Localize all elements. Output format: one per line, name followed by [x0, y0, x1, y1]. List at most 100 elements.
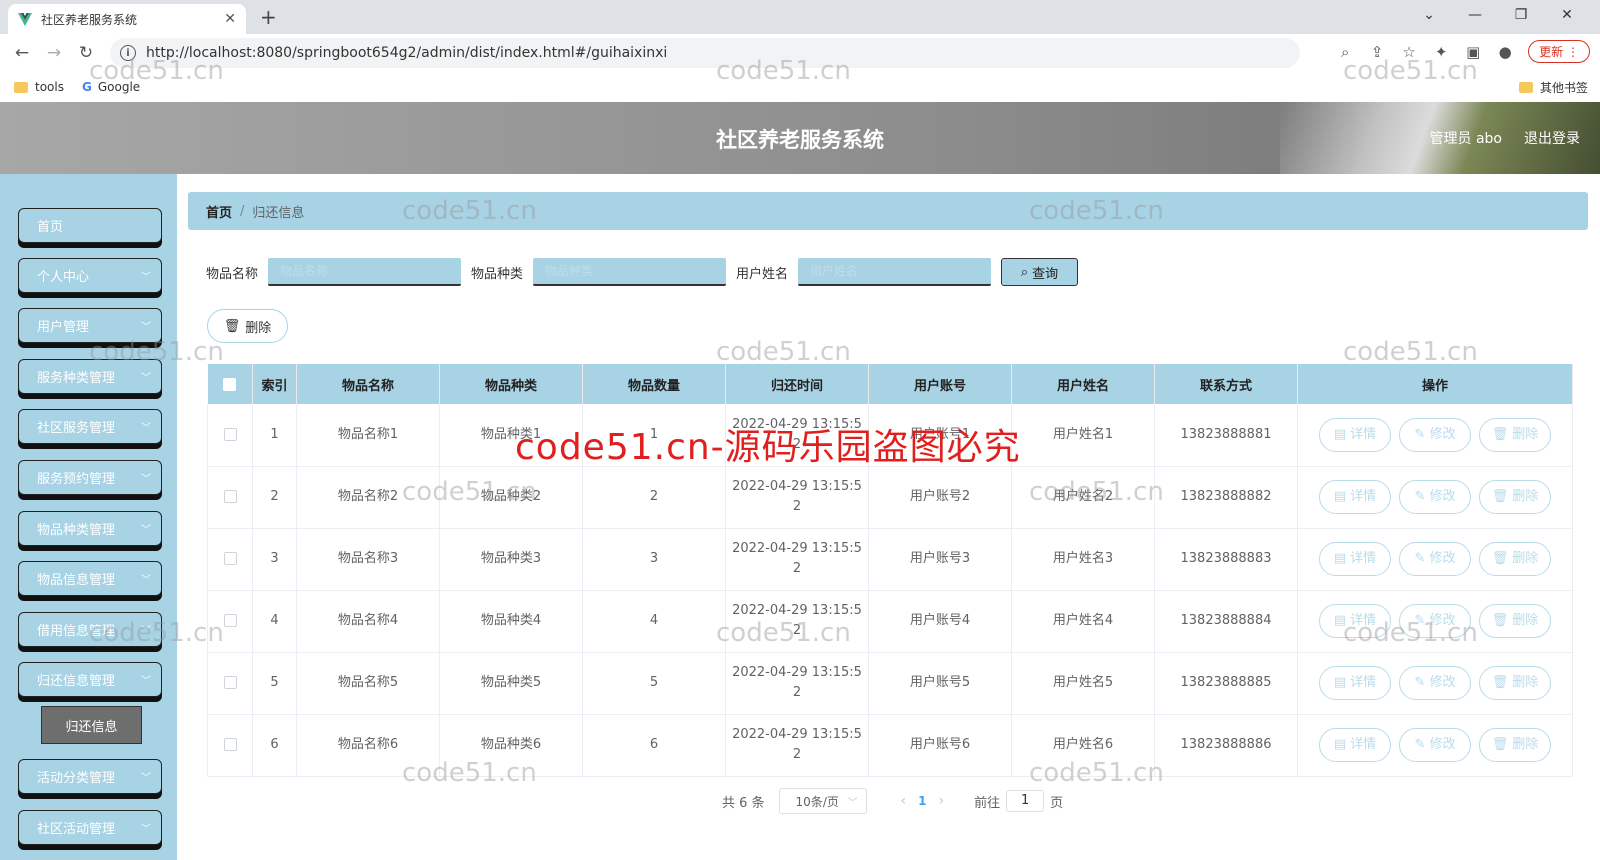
- share-icon[interactable]: ⇪: [1368, 43, 1386, 61]
- profile-icon[interactable]: ●: [1496, 43, 1514, 61]
- edit-button[interactable]: ✎ 修改: [1399, 666, 1471, 700]
- row-checkbox[interactable]: [223, 490, 237, 503]
- forward-icon[interactable]: →: [38, 43, 70, 63]
- sidebar-item-label: 借用信息管理: [37, 624, 116, 639]
- reload-icon[interactable]: ↻: [70, 43, 102, 63]
- sidebar-item-personal[interactable]: 个人中心 ﹀: [18, 258, 162, 293]
- goto-page-input[interactable]: 1: [1006, 790, 1045, 812]
- bulk-delete-button[interactable]: 🗑 删除: [207, 309, 288, 343]
- tab-close-icon[interactable]: ✕: [224, 11, 236, 27]
- column-header: 用户账号: [868, 364, 1012, 404]
- update-button[interactable]: 更新 ⋮: [1528, 40, 1590, 63]
- row-checkbox[interactable]: [223, 552, 237, 565]
- sidebar-item-label: 物品信息管理: [37, 573, 116, 588]
- tab-list-icon[interactable]: ⌄: [1406, 3, 1452, 27]
- delete-button[interactable]: 🗑 删除: [1479, 417, 1551, 452]
- row-select-cell[interactable]: [207, 590, 253, 653]
- sidebar-item-items[interactable]: 物品信息管理 ﹀: [18, 561, 162, 596]
- sidebar-item-activity-categories[interactable]: 活动分类管理 ﹀: [18, 759, 162, 794]
- row-checkbox[interactable]: [223, 614, 237, 627]
- star-icon[interactable]: ☆: [1400, 43, 1418, 61]
- detail-button[interactable]: ▤ 详情: [1319, 604, 1391, 638]
- sidepanel-icon[interactable]: ▣: [1464, 43, 1482, 61]
- delete-button[interactable]: 🗑 删除: [1479, 604, 1551, 638]
- address-input[interactable]: i http://localhost:8080/springboot654g2/…: [110, 38, 1300, 68]
- sidebar-item-activities[interactable]: 社区活动管理 ﹀: [18, 810, 162, 845]
- row-checkbox[interactable]: [223, 738, 237, 751]
- detail-button[interactable]: ▤ 详情: [1319, 666, 1391, 700]
- cell-phone: 13823888884: [1154, 590, 1298, 653]
- sidebar-item-community-service[interactable]: 社区服务管理 ﹀: [18, 409, 162, 444]
- row-select-cell[interactable]: [207, 466, 253, 529]
- close-window-icon[interactable]: ✕: [1544, 3, 1590, 27]
- action-label: 修改: [1429, 675, 1456, 690]
- new-tab-icon[interactable]: +: [260, 5, 277, 29]
- restore-icon[interactable]: ❐: [1498, 3, 1544, 27]
- extensions-icon[interactable]: ✦: [1432, 43, 1450, 61]
- sidebar-item-home[interactable]: 首页: [18, 208, 162, 243]
- row-checkbox[interactable]: [223, 676, 237, 689]
- sidebar-item-borrow[interactable]: 借用信息管理 ﹀: [18, 612, 162, 647]
- prev-page-icon[interactable]: ‹: [901, 793, 907, 809]
- site-info-icon[interactable]: i: [120, 45, 136, 61]
- bookmark-google[interactable]: G Google: [82, 80, 140, 94]
- edit-button[interactable]: ✎ 修改: [1399, 728, 1471, 762]
- query-button[interactable]: ⌕ 查询: [1001, 258, 1079, 286]
- cell-account: 用户账号2: [868, 466, 1012, 529]
- sidebar-item-service-types[interactable]: 服务种类管理 ﹀: [18, 359, 162, 394]
- cell-qty: 1: [582, 404, 726, 467]
- minimize-icon[interactable]: —: [1452, 3, 1498, 27]
- cell-user: 用户姓名1: [1011, 404, 1155, 467]
- bookmark-tools[interactable]: tools: [14, 80, 64, 94]
- delete-button[interactable]: 🗑 删除: [1479, 480, 1551, 514]
- delete-button[interactable]: 🗑 删除: [1479, 728, 1551, 762]
- column-header: 用户姓名: [1011, 364, 1155, 404]
- edit-button[interactable]: ✎ 修改: [1399, 542, 1471, 576]
- sidebar-subitem-return-info[interactable]: 归还信息: [41, 706, 142, 744]
- row-select-cell[interactable]: [207, 652, 253, 715]
- row-select-cell[interactable]: [207, 714, 253, 777]
- next-page-icon[interactable]: ›: [939, 793, 945, 809]
- window-controls: ⌄ — ❐ ✕: [1406, 3, 1590, 27]
- pagination: 共 6 条 10条/页 ﹀ ‹ 1 › 前往 1 页: [722, 788, 1063, 814]
- browser-tab[interactable]: 社区养老服务系统 ✕: [8, 4, 246, 34]
- row-select-cell[interactable]: [207, 528, 253, 591]
- sidebar-item-users[interactable]: 用户管理 ﹀: [18, 308, 162, 343]
- item-name-input[interactable]: [268, 258, 462, 286]
- select-all-cell[interactable]: [207, 364, 253, 404]
- logout-link[interactable]: 退出登录: [1524, 128, 1580, 148]
- user-name-input[interactable]: [798, 258, 992, 286]
- chevron-down-icon: ﹀: [141, 525, 151, 536]
- delete-button[interactable]: 🗑 删除: [1479, 666, 1551, 700]
- sidebar-item-label: 服务种类管理: [37, 371, 116, 386]
- zoom-icon[interactable]: ⌕: [1336, 43, 1354, 61]
- row-checkbox[interactable]: [223, 427, 237, 441]
- cell-phone: 13823888885: [1154, 652, 1298, 715]
- cell-kind: 物品种类4: [439, 590, 583, 653]
- detail-button[interactable]: ▤ 详情: [1319, 542, 1391, 576]
- sidebar-item-item-types[interactable]: 物品种类管理 ﹀: [18, 511, 162, 546]
- edit-button[interactable]: ✎ 修改: [1399, 604, 1471, 638]
- detail-button[interactable]: ▤ 详情: [1319, 728, 1391, 762]
- select-all-checkbox[interactable]: [223, 377, 237, 391]
- sidebar: 首页 个人中心 ﹀ 用户管理 ﹀ 服务种类管理 ﹀ 社区服务管理 ﹀ 服务预约管理 ﹀ 物…: [0, 174, 177, 860]
- cell-name: 物品名称6: [296, 714, 440, 777]
- back-icon[interactable]: ←: [6, 43, 38, 63]
- delete-button[interactable]: 🗑 删除: [1479, 542, 1551, 576]
- page-size-select[interactable]: 10条/页 ﹀: [778, 788, 867, 814]
- sidebar-item-return[interactable]: 归还信息管理 ﹀: [18, 662, 162, 697]
- item-kind-input[interactable]: [533, 258, 727, 286]
- page-number[interactable]: 1: [918, 794, 926, 808]
- page-size-value: 10条/页: [795, 794, 839, 809]
- other-bookmarks[interactable]: 其他书签: [1518, 79, 1588, 96]
- edit-button[interactable]: ✎ 修改: [1399, 480, 1471, 514]
- edit-button[interactable]: ✎ 修改: [1399, 417, 1471, 452]
- sidebar-item-label: 活动分类管理: [37, 771, 116, 786]
- detail-button[interactable]: ▤ 详情: [1319, 480, 1391, 514]
- bookmarks-bar: tools G Google 其他书签: [0, 72, 1600, 102]
- detail-button[interactable]: ▤ 详情: [1319, 417, 1391, 452]
- sidebar-item-reservations[interactable]: 服务预约管理 ﹀: [18, 460, 162, 495]
- row-select-cell[interactable]: [207, 404, 253, 467]
- cell-kind: 物品种类2: [439, 466, 583, 529]
- breadcrumb-home[interactable]: 首页: [206, 202, 232, 221]
